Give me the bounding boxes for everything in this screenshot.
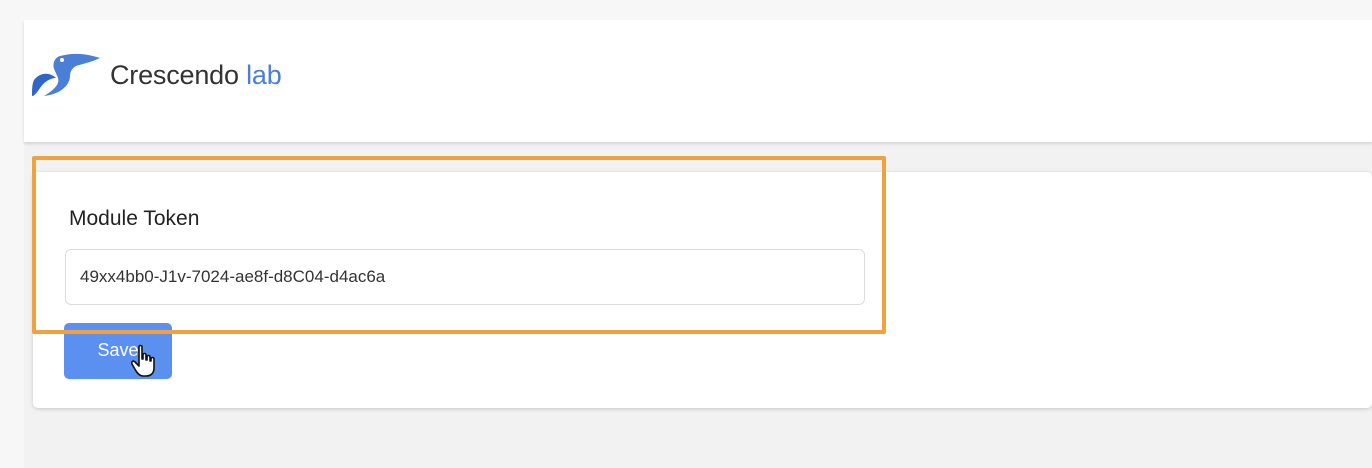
brand-name: Crescendo lab	[110, 60, 282, 91]
token-card: Module Token Save	[33, 172, 1372, 408]
brand-primary: Crescendo	[110, 60, 239, 90]
save-button[interactable]: Save	[64, 323, 172, 379]
app-frame: Crescendo lab Module Token Save	[24, 20, 1372, 468]
top-header: Crescendo lab	[24, 20, 1372, 142]
crescendo-logo-icon	[32, 53, 100, 96]
module-token-input[interactable]	[65, 249, 865, 305]
brand-accent: lab	[246, 60, 282, 90]
module-token-label: Module Token	[69, 207, 200, 230]
